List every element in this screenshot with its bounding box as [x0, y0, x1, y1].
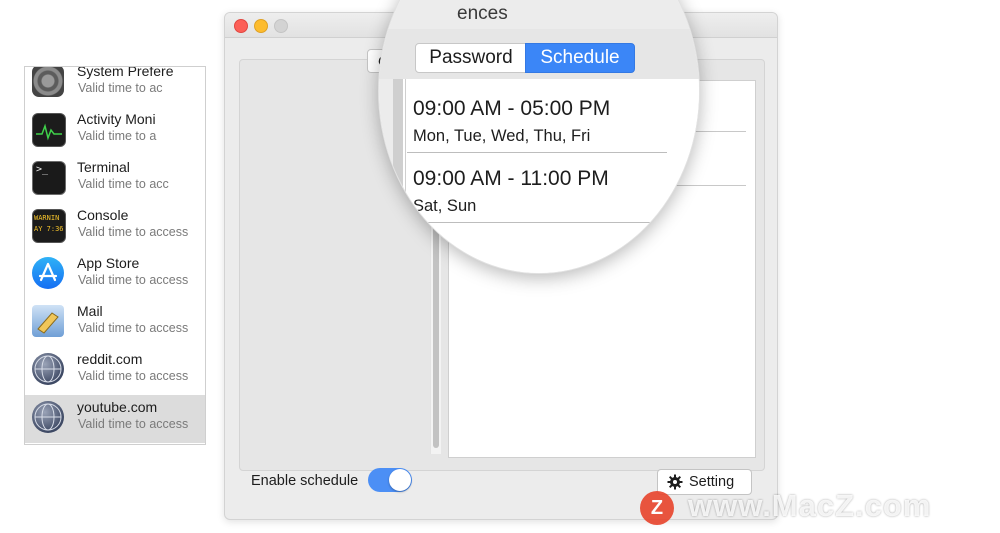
window-title: ences: [457, 3, 508, 24]
close-window-button[interactable]: [234, 19, 248, 33]
schedule-days: Sat, Sun: [413, 197, 477, 215]
zoom-window-button[interactable]: [274, 19, 288, 33]
list-item[interactable]: >_ Terminal Valid time to acc: [25, 155, 205, 203]
app-list: System Prefere Valid time to ac Activity…: [24, 66, 206, 445]
app-name: System Prefere: [77, 66, 174, 79]
app-subtitle: Valid time to access: [78, 417, 189, 431]
app-subtitle: Valid time to access: [78, 225, 189, 239]
activity-monitor-icon: [32, 113, 66, 147]
mail-icon: [32, 305, 64, 337]
list-item[interactable]: reddit.com Valid time to access: [25, 347, 205, 395]
list-item[interactable]: Activity Moni Valid time to a: [25, 107, 205, 155]
app-name: Mail: [77, 303, 103, 319]
console-icon-text: WARNIN: [34, 214, 60, 222]
app-store-icon: [32, 257, 64, 289]
system-preferences-icon: [32, 67, 64, 97]
list-item[interactable]: youtube.com Valid time to access: [25, 395, 205, 443]
schedule-divider: [407, 152, 667, 153]
enable-schedule-toggle[interactable]: [368, 468, 412, 492]
app-name: Terminal: [77, 159, 130, 175]
tab-password[interactable]: Password: [415, 43, 527, 73]
app-name: reddit.com: [77, 351, 143, 367]
magnified-list-edge: [379, 79, 393, 273]
watermark-text: www.MacZ.com: [688, 488, 932, 523]
watermark-logo: Z: [640, 491, 674, 525]
terminal-prompt: >_: [36, 164, 49, 175]
app-subtitle: Valid time to acc: [78, 177, 169, 191]
app-subtitle: Valid time to access: [78, 369, 189, 383]
list-item[interactable]: Mail Valid time to access: [25, 299, 205, 347]
schedule-time: 09:00 AM - 05:00 PM: [413, 97, 611, 120]
list-item[interactable]: App Store Valid time to access: [25, 251, 205, 299]
app-name: Console: [77, 207, 129, 223]
app-subtitle: Valid time to a: [78, 129, 157, 143]
toggle-knob: [389, 469, 411, 491]
schedule-time: 09:00 AM - 11:00 PM: [413, 167, 609, 190]
app-subtitle: Valid time to access: [78, 273, 189, 287]
list-item[interactable]: WARNIN AY 7:36 Console Valid time to acc…: [25, 203, 205, 251]
enable-schedule-label: Enable schedule: [251, 473, 359, 489]
console-icon-text: AY 7:36: [34, 225, 64, 233]
list-item[interactable]: System Prefere Valid time to ac: [25, 66, 205, 107]
magnified-content: ences Password Schedule 09:00 AM - 05:00…: [379, 0, 699, 273]
app-subtitle: Valid time to ac: [78, 81, 163, 95]
app-name: App Store: [77, 255, 140, 271]
watermark: Z www.MacZ.com: [640, 488, 990, 528]
tab-schedule[interactable]: Schedule: [525, 43, 635, 73]
schedule-divider: [407, 222, 667, 223]
app-name: Activity Moni: [77, 111, 156, 127]
minimize-window-button[interactable]: [254, 19, 268, 33]
globe-icon: [32, 353, 64, 385]
app-name: youtube.com: [77, 399, 158, 415]
magnifier-lens: ences Password Schedule 09:00 AM - 05:00…: [378, 0, 700, 274]
schedule-days: Mon, Tue, Wed, Thu, Fri: [413, 127, 591, 145]
terminal-icon: >_: [32, 161, 66, 195]
magnified-scrollbar: [393, 79, 403, 273]
magnified-titlebar: [379, 0, 699, 29]
schedule-entry[interactable]: 09:00 AM - 05:00 PM Mon, Tue, Wed, Thu, …: [413, 97, 610, 146]
app-subtitle: Valid time to access: [78, 321, 189, 335]
schedule-entry[interactable]: 09:00 AM - 11:00 PM Sat, Sun: [413, 167, 609, 216]
console-icon: WARNIN AY 7:36: [32, 209, 66, 243]
globe-icon: [32, 401, 64, 433]
